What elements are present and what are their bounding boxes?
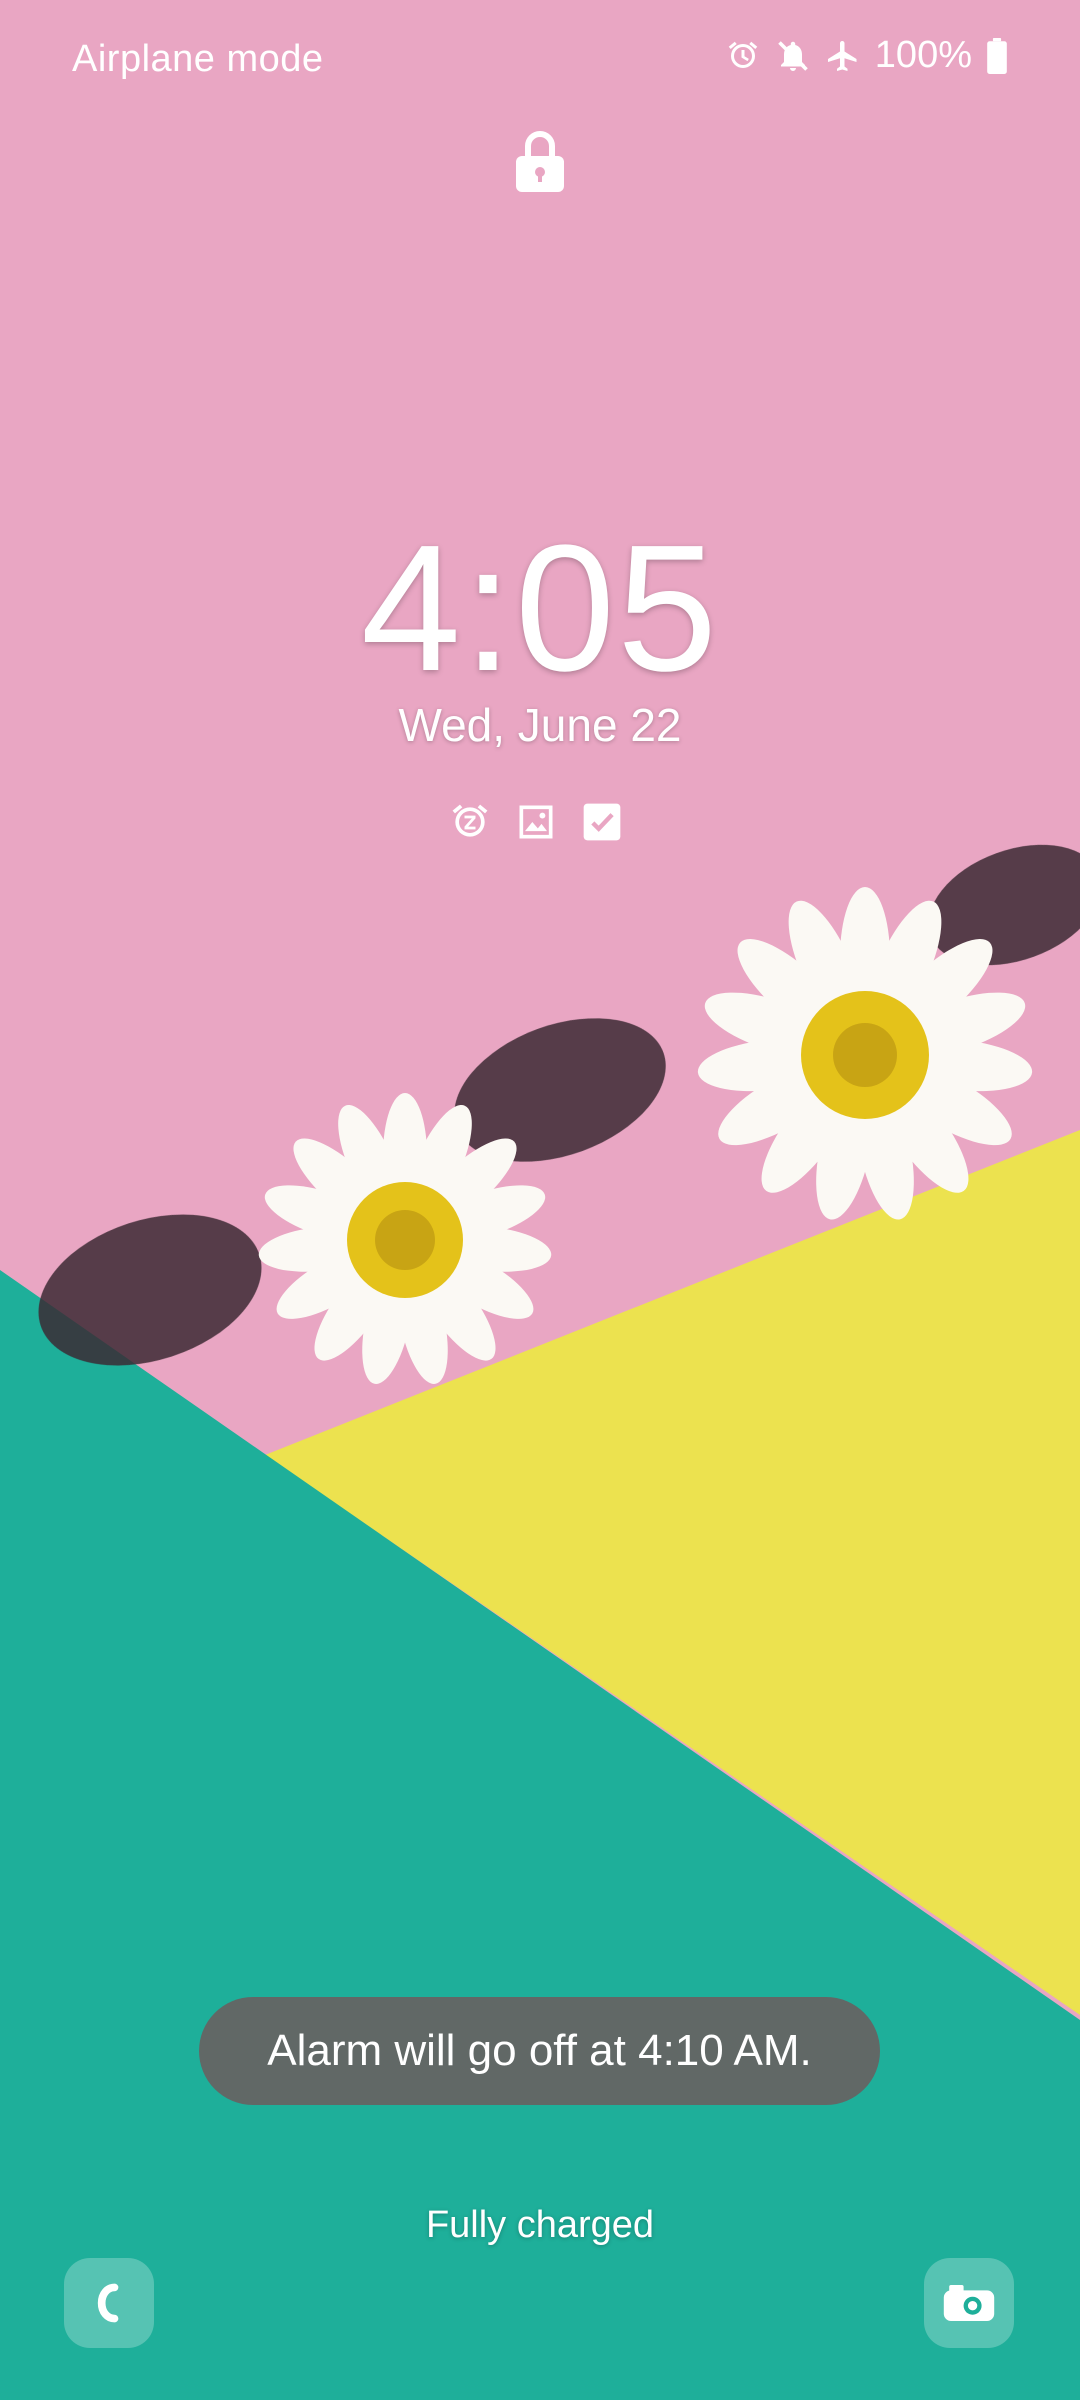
lock-screen: Airplane mode 100% 4:05 Wed, June 22 Ala… <box>0 0 1080 2400</box>
clock-date: Wed, June 22 <box>398 699 682 751</box>
phone-shortcut-button[interactable] <box>64 2258 154 2348</box>
status-bar: Airplane mode 100% <box>0 0 1080 120</box>
status-icons: 100% <box>725 34 1008 77</box>
lock-icon[interactable] <box>514 128 566 194</box>
airplane-icon <box>827 40 857 71</box>
charging-status: Fully charged <box>425 2204 655 2246</box>
mute-icon <box>778 40 808 71</box>
camera-icon <box>943 2285 995 2321</box>
alarm-icon <box>728 41 758 68</box>
battery-icon <box>987 37 1007 74</box>
clock-time[interactable]: 4:05 <box>0 505 1080 712</box>
camera-shortcut-button[interactable] <box>924 2258 1014 2348</box>
alarm-toast: Alarm will go off at 4:10 AM. <box>199 1997 880 2105</box>
phone-icon <box>97 2283 119 2323</box>
checklist-icon[interactable] <box>580 800 624 844</box>
gallery-icon[interactable] <box>514 800 558 844</box>
alarm-snooze-icon[interactable] <box>448 800 492 844</box>
network-status-label: Airplane mode <box>72 38 324 80</box>
lockscreen-widgets <box>448 800 624 844</box>
battery-percent: 100% <box>874 34 972 76</box>
